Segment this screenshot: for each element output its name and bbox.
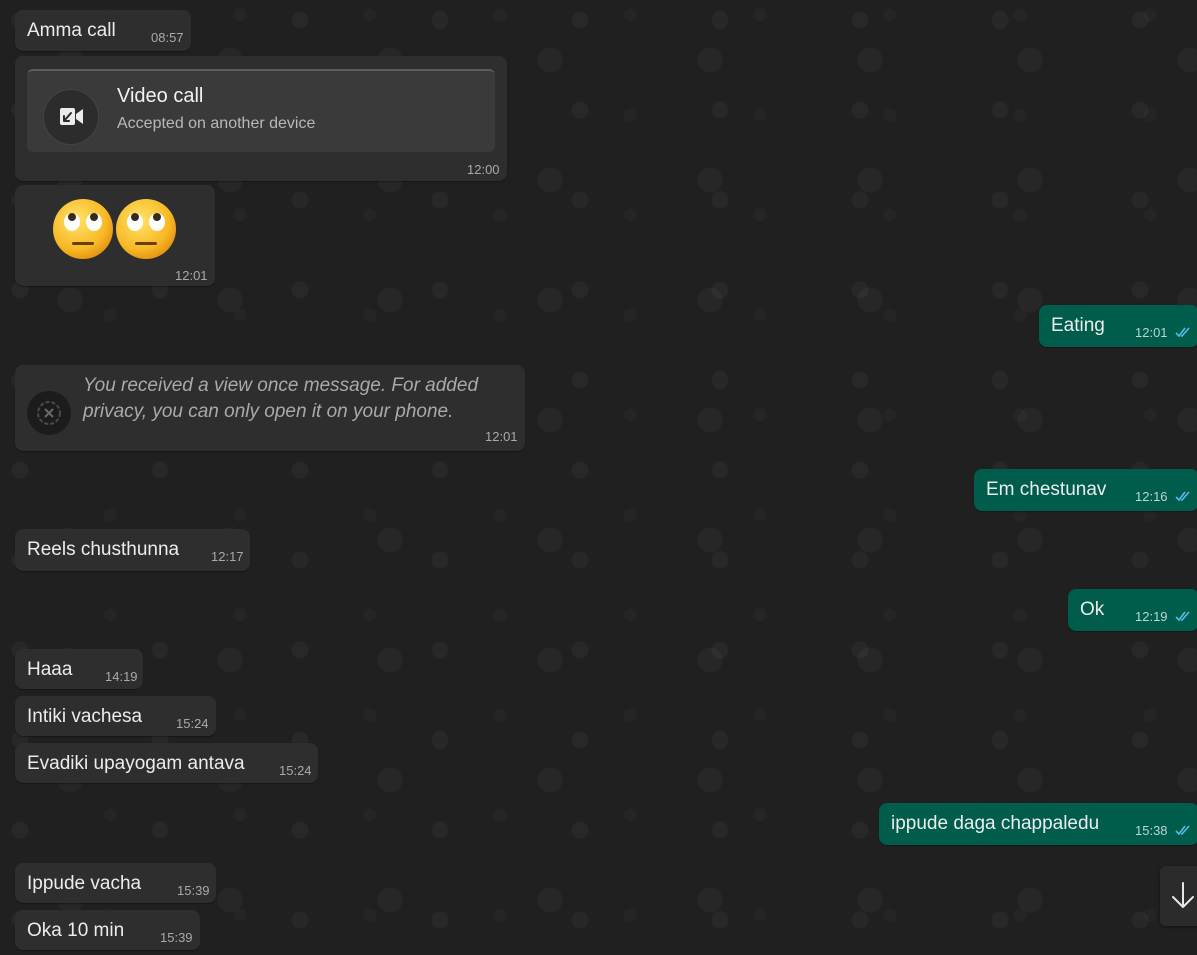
message-time: 12:01 — [1135, 325, 1168, 340]
arrow-down-icon — [1172, 882, 1194, 908]
message-time: 12:01 — [485, 429, 518, 444]
message-time: 12:00 — [467, 162, 500, 177]
view-once-text: You received a view once message. For ad… — [83, 373, 478, 425]
message-incoming[interactable]: Intiki vachesa 15:24 — [15, 696, 216, 736]
message-time: 12:17 — [211, 549, 244, 564]
message-text: Amma call — [27, 20, 116, 41]
message-outgoing[interactable]: ippude daga chappaledu 15:38 — [879, 803, 1197, 845]
eye-roll-emoji-icon — [116, 199, 176, 259]
message-time: 12:16 — [1135, 489, 1168, 504]
message-incoming[interactable]: Evadiki upayogam antava 15:24 — [15, 743, 318, 783]
message-text: Eating — [1051, 315, 1105, 336]
message-text: ippude daga chappaledu — [891, 813, 1100, 834]
message-incoming[interactable]: Oka 10 min 15:39 — [15, 910, 200, 950]
message-incoming-call[interactable]: Video call Accepted on another device 12… — [15, 56, 507, 181]
double-check-icon — [1175, 825, 1190, 836]
message-time: 15:38 — [1135, 823, 1168, 838]
eye-roll-emoji-icon — [53, 199, 113, 259]
message-text: Ok — [1080, 599, 1105, 620]
message-time: 15:39 — [160, 930, 193, 945]
double-check-icon — [1175, 491, 1190, 502]
message-incoming-view-once[interactable]: You received a view once message. For ad… — [15, 365, 525, 451]
video-call-icon — [43, 89, 99, 145]
message-time: 15:24 — [279, 763, 312, 778]
view-once-line: You received a view once message. For ad… — [83, 375, 479, 396]
message-text: Ippude vacha — [27, 873, 142, 894]
message-incoming-emoji[interactable]: 12:01 — [15, 185, 215, 286]
message-text: Evadiki upayogam antava — [27, 753, 245, 774]
message-text: Oka 10 min — [27, 920, 125, 941]
message-time: 14:19 — [105, 669, 138, 684]
message-incoming[interactable]: Reels chusthunna 12:17 — [15, 529, 250, 571]
message-time: 12:19 — [1135, 609, 1168, 624]
message-time: 08:57 — [151, 30, 184, 45]
call-card[interactable]: Video call Accepted on another device — [27, 69, 495, 152]
view-once-line: privacy, you can only open it on your ph… — [83, 401, 454, 422]
call-subtitle: Accepted on another device — [117, 115, 316, 132]
view-once-icon — [27, 391, 71, 435]
double-check-icon — [1175, 611, 1190, 622]
message-outgoing[interactable]: Eating 12:01 — [1039, 305, 1197, 347]
message-text: Em chestunav — [986, 479, 1107, 500]
call-title: Video call — [117, 85, 204, 107]
scroll-to-bottom-button[interactable] — [1160, 866, 1197, 926]
message-outgoing[interactable]: Em chestunav 12:16 — [974, 469, 1197, 511]
chat-panel: Amma call 08:57 Video call Accepted on a… — [0, 0, 1197, 955]
message-time: 15:39 — [177, 883, 210, 898]
message-text: Intiki vachesa — [27, 706, 143, 727]
message-time: 12:01 — [175, 268, 208, 283]
message-outgoing[interactable]: Ok 12:19 — [1068, 589, 1197, 631]
message-text: Reels chusthunna — [27, 539, 180, 560]
message-incoming[interactable]: Haaa 14:19 — [15, 649, 143, 689]
message-incoming[interactable]: Ippude vacha 15:39 — [15, 863, 216, 903]
message-incoming[interactable]: Amma call 08:57 — [15, 10, 191, 51]
double-check-icon — [1175, 327, 1190, 338]
message-text: Haaa — [27, 659, 73, 680]
message-time: 15:24 — [176, 716, 209, 731]
